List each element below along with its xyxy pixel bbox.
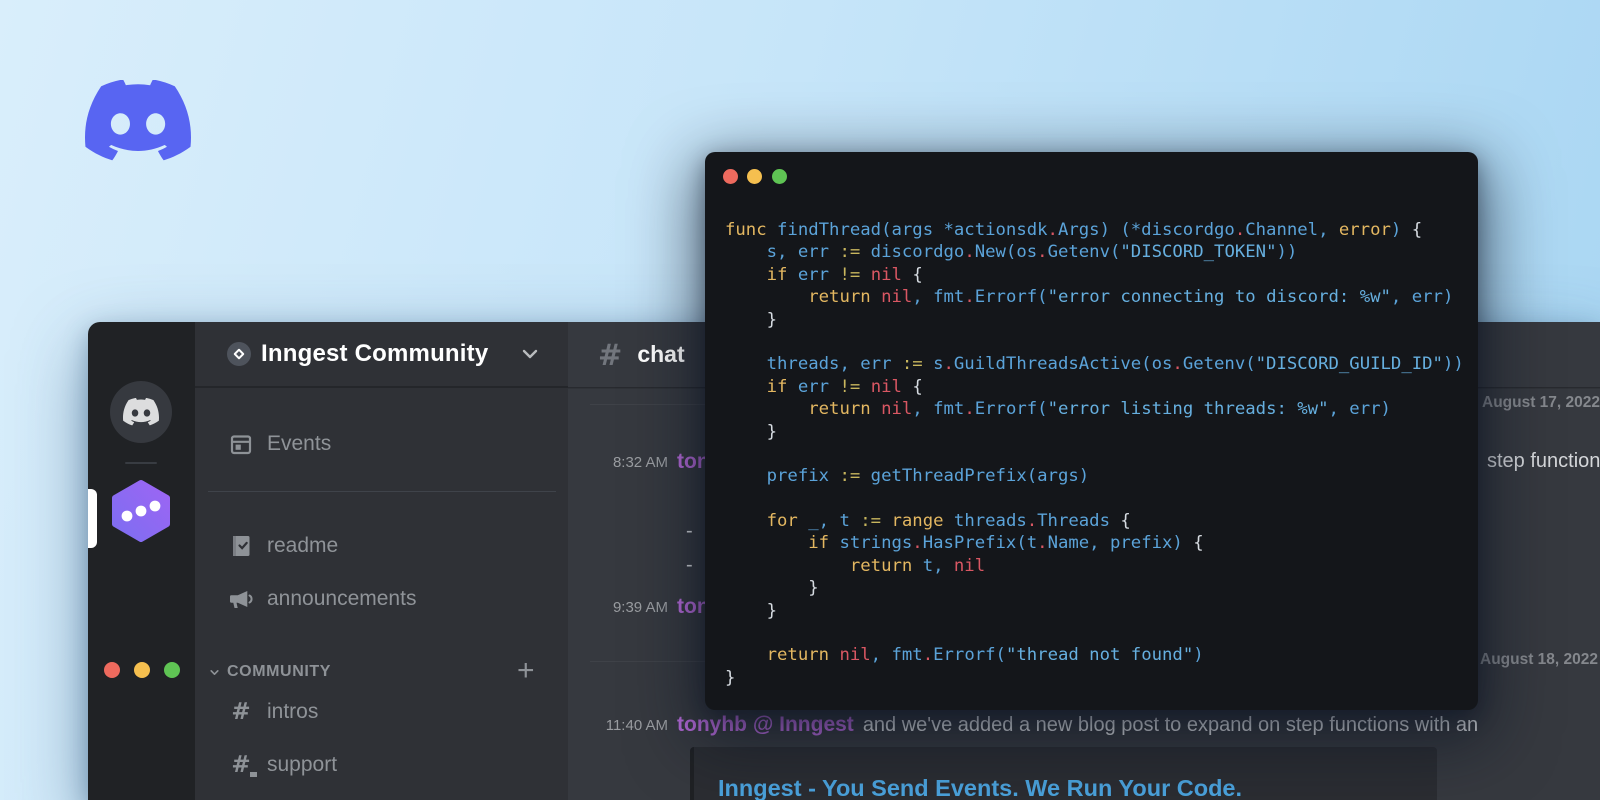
channel-readme[interactable]: readme — [228, 531, 338, 561]
embed-title-link[interactable]: Inngest - You Send Events. We Run Your C… — [718, 775, 1437, 800]
hash-chat-icon: # — [228, 753, 259, 779]
channel-intros[interactable]: # intros — [228, 697, 318, 727]
discord-logo-icon — [85, 80, 191, 161]
book-check-icon — [228, 534, 254, 558]
message-text-fragment: step functions — [1487, 450, 1600, 472]
category-label: COMMUNITY — [227, 663, 332, 680]
message-timestamp: 11:40 AM — [605, 716, 668, 734]
code-editor-window: func findThread(args *actionsdk.Args) (*… — [705, 152, 1478, 710]
calendar-icon — [228, 432, 254, 456]
inngest-server-button[interactable] — [109, 479, 173, 543]
inngest-discord-hero: Inngest Community Events readme announce… — [0, 0, 1600, 800]
close-button[interactable] — [723, 169, 738, 184]
category-chevron-icon — [210, 669, 219, 675]
discord-icon — [123, 398, 159, 426]
chat-message: 11:40 AM tonyhb @ Inngest and we've adde… — [568, 712, 1600, 738]
discord-home-button[interactable] — [110, 381, 172, 443]
date-divider-label: August 17, 2022 — [1474, 394, 1600, 412]
channel-label: Events — [267, 432, 332, 455]
active-server-pill — [88, 489, 97, 548]
close-button — [104, 662, 120, 678]
message-timestamp: 8:32 AM — [612, 453, 668, 471]
channel-label: intros — [267, 700, 319, 723]
hash-icon: # — [598, 337, 623, 372]
zoom-button[interactable] — [772, 169, 787, 184]
server-boost-badge-icon — [227, 342, 251, 366]
create-channel-button[interactable]: + — [517, 656, 535, 686]
message-username[interactable]: tonyhb @ Inngest — [677, 713, 854, 737]
server-rail — [88, 322, 195, 800]
channel-label: readme — [267, 534, 339, 557]
channel-name: chat — [637, 341, 685, 367]
message-list-bullet: - — [686, 554, 693, 576]
minimize-button[interactable] — [747, 169, 762, 184]
message-timestamp: 9:39 AM — [612, 598, 668, 616]
rail-divider — [125, 462, 157, 464]
chevron-down-icon[interactable] — [520, 344, 540, 364]
channel-sidebar: Inngest Community Events readme announce… — [195, 322, 568, 800]
inngest-hexagon-icon — [112, 480, 170, 542]
code-block: func findThread(args *actionsdk.Args) (*… — [725, 220, 1464, 688]
date-divider-label: August 18, 2022 — [1472, 651, 1600, 669]
sidebar-divider — [208, 491, 556, 492]
zoom-button[interactable] — [164, 662, 180, 678]
minimize-button[interactable] — [134, 662, 150, 678]
megaphone-icon — [228, 588, 254, 610]
channel-label: announcements — [267, 587, 417, 610]
channel-support[interactable]: # support — [228, 750, 337, 780]
server-header-dropdown[interactable]: Inngest Community — [195, 322, 568, 388]
channel-events[interactable]: Events — [228, 429, 331, 459]
message-list-bullet: - — [686, 520, 693, 542]
channel-announcements[interactable]: announcements — [228, 584, 416, 614]
message-text: and we've added a new blog post to expan… — [862, 713, 1479, 736]
category-community[interactable]: COMMUNITY — [209, 659, 331, 685]
hash-icon: # — [231, 698, 251, 725]
link-embed: Inngest - You Send Events. We Run Your C… — [690, 747, 1437, 800]
server-name: Inngest Community — [261, 340, 489, 367]
channel-label: support — [267, 753, 338, 776]
